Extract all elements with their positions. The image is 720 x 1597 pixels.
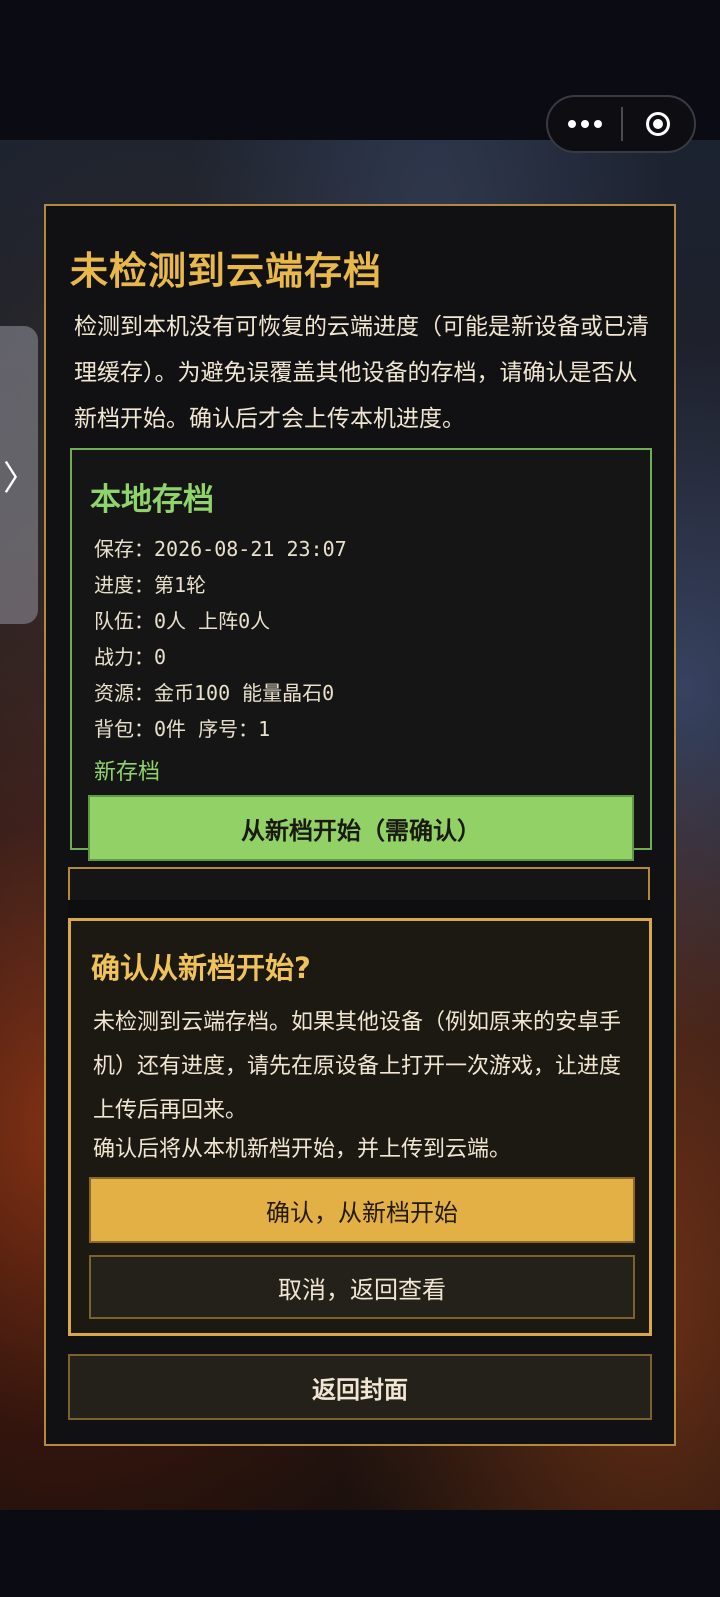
confirm-title: 确认从新档开始? (91, 951, 311, 985)
save-resources: 资源：金币100 能量晶石0 (94, 681, 335, 705)
confirm-note: 确认后将从本机新档开始，并上传到云端。 (93, 1137, 512, 1162)
save-bag: 背包：0件 序号：1 (94, 717, 271, 741)
chevron-right-icon: 〉 (3, 458, 37, 499)
cancel-button[interactable]: 取消，返回查看 (89, 1255, 635, 1319)
confirm-message: 未检测到云端存档。如果其他设备（例如原来的安卓手机）还有进度，请先在原设备上打开… (93, 1010, 622, 1123)
save-progress: 进度：第1轮 (94, 573, 207, 597)
target-close-icon[interactable] (623, 97, 694, 151)
local-save-card: 本地存档 保存：2026-08-21 23:07 进度：第1轮 队伍：0人 上阵… (70, 448, 652, 850)
confirm-button[interactable]: 确认，从新档开始 (89, 1177, 635, 1243)
save-team: 队伍：0人 上阵0人 (94, 609, 271, 633)
confirm-dialog: 确认从新档开始? 未检测到云端存档。如果其他设备（例如原来的安卓手机）还有进度，… (68, 918, 652, 1336)
side-drawer-tab[interactable]: 〉 (0, 326, 38, 624)
more-dots-icon[interactable] (548, 97, 621, 151)
save-time: 保存：2026-08-21 23:07 (94, 537, 347, 561)
dialog-title: 未检测到云端存档 (70, 249, 383, 293)
back-to-cover-button[interactable]: 返回封面 (68, 1354, 652, 1420)
start-new-save-button[interactable]: 从新档开始（需确认） (88, 795, 634, 861)
mini-program-capsule (546, 95, 696, 153)
overlay-divider (68, 900, 650, 918)
dialog-description: 检测到本机没有可恢复的云端进度（可能是新设备或已清理缓存）。为避免误覆盖其他设备… (74, 314, 649, 432)
local-save-title: 本地存档 (90, 482, 214, 518)
new-save-note: 新存档 (94, 760, 161, 785)
save-power: 战力：0 (94, 645, 167, 669)
